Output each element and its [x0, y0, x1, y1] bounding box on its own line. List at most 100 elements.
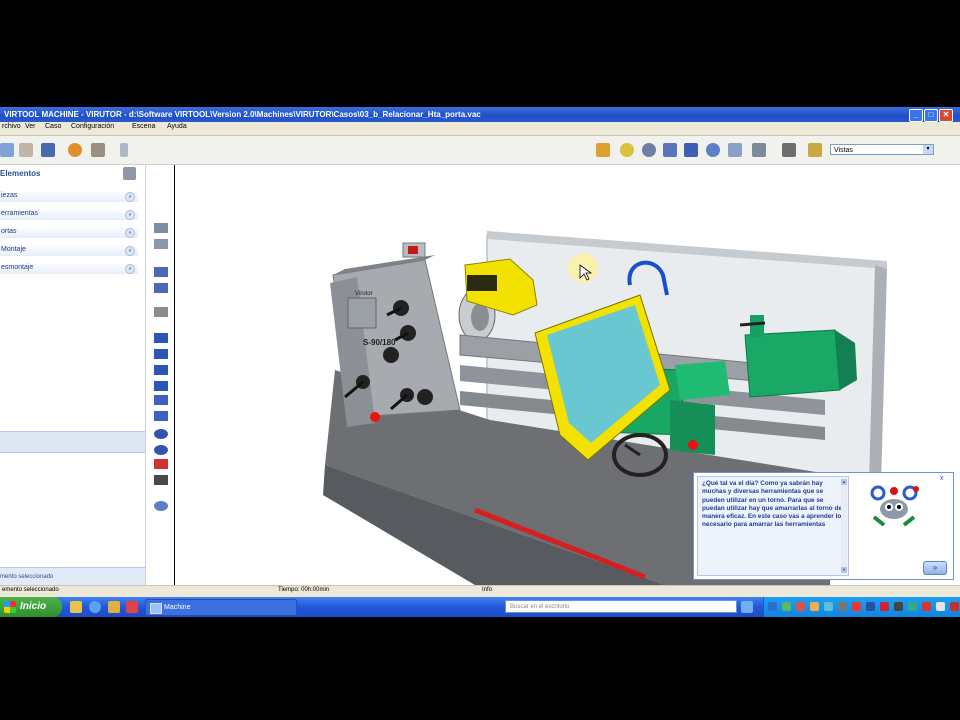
- start-button[interactable]: Inicio: [0, 597, 62, 617]
- rotate-icon[interactable]: [620, 143, 634, 157]
- assistant-help-panel: ¿Qué tal va el día? Como ya sabrán hay m…: [693, 472, 954, 580]
- quicklaunch-icon[interactable]: [70, 601, 82, 613]
- tailstock: [744, 329, 841, 398]
- elements-panel-title: Elementos: [0, 169, 41, 178]
- open-icon[interactable]: [0, 143, 14, 157]
- orbit-icon[interactable]: [642, 143, 656, 157]
- tray-icon[interactable]: [894, 602, 903, 611]
- tray-icon[interactable]: [880, 602, 889, 611]
- tool-attach-icon[interactable]: [154, 307, 168, 317]
- arrow-up-icon[interactable]: [154, 365, 168, 375]
- rotate-right-icon[interactable]: [154, 445, 168, 455]
- folder-icon[interactable]: [808, 143, 822, 157]
- maximize-button[interactable]: □: [924, 109, 938, 122]
- tray-icon[interactable]: [796, 602, 805, 611]
- search-icon[interactable]: [741, 601, 753, 613]
- tray-icon[interactable]: [768, 602, 777, 611]
- camera-icon[interactable]: [752, 143, 766, 157]
- tool-move-icon[interactable]: [154, 267, 168, 277]
- emergency-stop: [370, 412, 380, 422]
- tool-mount-icon[interactable]: [154, 223, 168, 233]
- arrow-left-icon[interactable]: [154, 333, 168, 343]
- scene-icon[interactable]: [68, 143, 82, 157]
- reset-icon[interactable]: [154, 459, 168, 469]
- collapse-all-icon[interactable]: [154, 411, 168, 421]
- rotate-left-icon[interactable]: [154, 429, 168, 439]
- expand-icon[interactable]: »: [125, 192, 135, 202]
- panel-item-desmontaje[interactable]: esmontaje »: [0, 263, 138, 274]
- explorer-icon[interactable]: [108, 601, 120, 613]
- close-button[interactable]: ✕: [939, 109, 953, 122]
- tray-icon[interactable]: [810, 602, 819, 611]
- arrow-right-icon[interactable]: [154, 349, 168, 359]
- help-next-button[interactable]: »: [923, 561, 947, 575]
- center-icon[interactable]: [706, 143, 720, 157]
- status-time: Tiempo: 00h:00min: [278, 587, 330, 593]
- panel-item-herramientas[interactable]: erramientas »: [0, 209, 138, 220]
- pan-icon[interactable]: [684, 143, 698, 157]
- machine-plate-label: S-90/180: [363, 338, 396, 347]
- capture-icon[interactable]: [91, 143, 105, 157]
- panel-item-portas[interactable]: ortas »: [0, 227, 138, 238]
- panel-item-label: Montaje: [1, 246, 26, 253]
- gear-lever-knob: [417, 389, 433, 405]
- tray-icon[interactable]: [782, 602, 791, 611]
- panel-item-montaje[interactable]: Montaje »: [0, 245, 138, 256]
- expand-icon[interactable]: »: [125, 228, 135, 238]
- tray-icon[interactable]: [824, 602, 833, 611]
- eye-icon[interactable]: [154, 501, 168, 511]
- machine-brand-label: Virutor: [355, 291, 373, 297]
- arrow-down-icon[interactable]: [154, 381, 168, 391]
- save-icon[interactable]: [41, 143, 55, 157]
- menu-configuracion[interactable]: Configuración: [71, 123, 114, 130]
- gear-lever-knob: [383, 347, 399, 363]
- tool-align-icon[interactable]: [154, 283, 168, 293]
- menu-bar: rchivo Ver Caso Configuración Escena Ayu…: [0, 122, 960, 136]
- print-icon[interactable]: [19, 143, 33, 157]
- status-info: Info: [482, 587, 493, 593]
- selected-element-header[interactable]: [0, 431, 145, 453]
- help-scrollbar[interactable]: ▲ ▼: [841, 479, 847, 573]
- expand-icon[interactable]: »: [125, 246, 135, 256]
- tool-part-icon[interactable]: [154, 239, 168, 249]
- zoom-icon[interactable]: [663, 143, 677, 157]
- assistant-mascot-icon: [870, 485, 919, 527]
- panel-item-label: esmontaje: [1, 264, 34, 271]
- desktop-search-input[interactable]: Buscar en el escritorio: [505, 600, 737, 613]
- panel-item-piezas[interactable]: iezas »: [0, 191, 138, 202]
- tray-icon[interactable]: [852, 602, 861, 611]
- taskbar-item-machine[interactable]: Machine: [145, 599, 297, 616]
- scroll-down-icon[interactable]: ▼: [841, 567, 847, 573]
- volume-icon[interactable]: [936, 602, 945, 611]
- expand-icon[interactable]: »: [125, 264, 135, 274]
- tray-icon[interactable]: [922, 602, 931, 611]
- tray-icon[interactable]: [908, 602, 917, 611]
- menu-ver[interactable]: Ver: [25, 123, 36, 130]
- view-select[interactable]: Vistas ▾: [830, 144, 934, 155]
- media-icon[interactable]: [126, 601, 138, 613]
- tray-icon[interactable]: [950, 602, 959, 611]
- window-title: VIRTOOL MACHINE - VIRUTOR - d:\Software …: [4, 110, 481, 119]
- expand-icon[interactable]: »: [125, 210, 135, 220]
- menu-escena[interactable]: Escena: [132, 123, 155, 130]
- elements-panel: Elementos iezas » erramientas » ortas » …: [0, 165, 146, 586]
- help-close-icon[interactable]: x: [940, 475, 948, 483]
- panel-pin-icon[interactable]: [123, 167, 136, 180]
- tray-icon[interactable]: [866, 602, 875, 611]
- menu-ayuda[interactable]: Ayuda: [167, 123, 187, 130]
- browser-icon[interactable]: [89, 601, 101, 613]
- expand-all-icon[interactable]: [154, 395, 168, 405]
- vertical-toolbar: [146, 165, 174, 585]
- menu-archivo[interactable]: rchivo: [2, 123, 21, 130]
- light-icon[interactable]: [782, 143, 796, 157]
- help-text-area[interactable]: ¿Qué tal va el día? Como ya sabrán hay m…: [697, 476, 849, 576]
- select-tool-icon[interactable]: [596, 143, 610, 157]
- view-select-value: Vistas: [834, 147, 853, 154]
- tray-icon[interactable]: [838, 602, 847, 611]
- measure-icon[interactable]: [154, 475, 168, 485]
- minimize-button[interactable]: _: [909, 109, 923, 122]
- fit-view-icon[interactable]: [728, 143, 742, 157]
- help-pointer-icon[interactable]: [120, 143, 128, 157]
- menu-caso[interactable]: Caso: [45, 123, 61, 130]
- scroll-up-icon[interactable]: ▲: [841, 479, 847, 485]
